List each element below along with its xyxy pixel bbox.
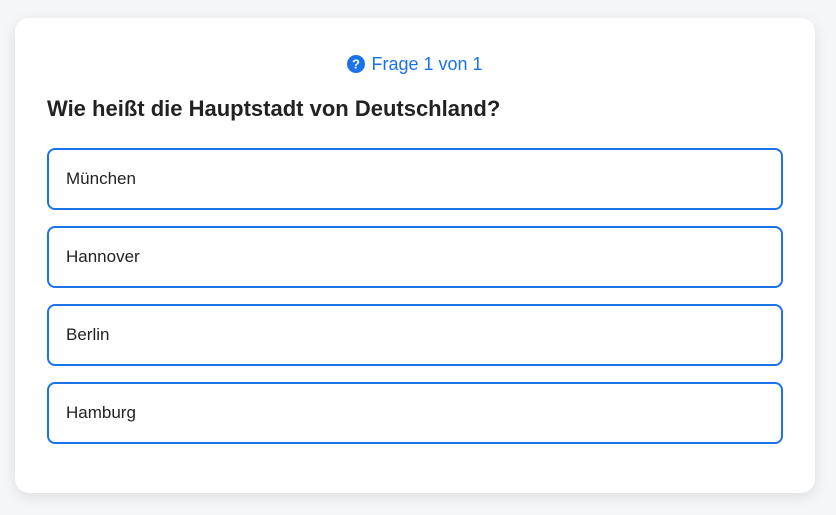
answer-option-4[interactable]: Hamburg <box>47 382 783 444</box>
svg-text:?: ? <box>352 57 360 72</box>
answer-option-3[interactable]: Berlin <box>47 304 783 366</box>
answer-option-2[interactable]: Hannover <box>47 226 783 288</box>
question-counter-label: Frage 1 von 1 <box>371 53 483 74</box>
question-circle-icon: ? <box>347 55 366 73</box>
question-title: Wie heißt die Hauptstadt von Deutschland… <box>47 96 501 121</box>
question-counter: ? Frage 1 von 1 <box>15 52 815 76</box>
answer-option-label: Hamburg <box>66 403 136 422</box>
answer-option-label: Berlin <box>66 325 110 344</box>
answer-option-label: Hannover <box>66 247 140 266</box>
answer-options: München Hannover Berlin Hamburg <box>47 148 783 460</box>
answer-option-1[interactable]: München <box>47 148 783 210</box>
quiz-card: ? Frage 1 von 1 Wie heißt die Hauptstadt… <box>15 18 815 493</box>
answer-option-label: München <box>66 169 136 188</box>
